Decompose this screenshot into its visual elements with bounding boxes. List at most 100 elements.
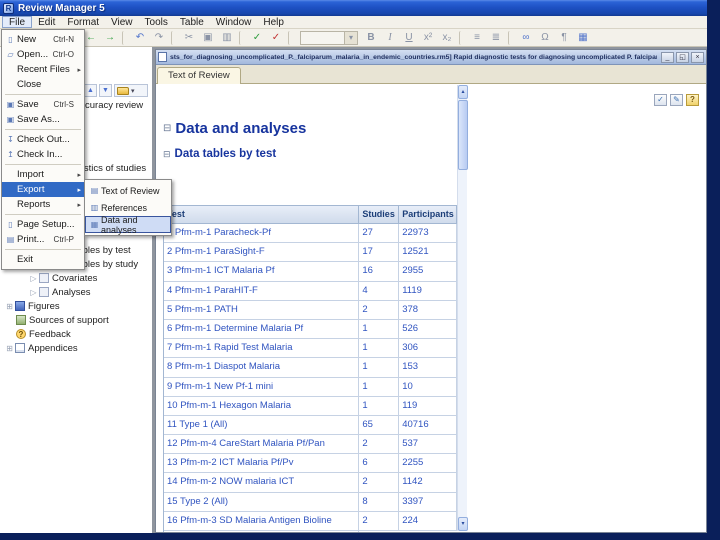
section-heading-row: ⊟ Data and analyses bbox=[163, 120, 306, 137]
undo-icon[interactable]: ↶ bbox=[131, 30, 149, 45]
edit-note-icon[interactable]: ✎ bbox=[670, 94, 683, 106]
table-row[interactable]: 14 Pfm-m-2 NOW malaria ICT 2 1142 bbox=[164, 473, 457, 493]
menu-print[interactable]: ▤ Print... Ctrl-P bbox=[2, 232, 84, 247]
table-row[interactable]: 7 Pfm-m-1 Rapid Test Malaria 1 306 bbox=[164, 339, 457, 359]
menu-edit[interactable]: Edit bbox=[32, 16, 61, 28]
tree-item-feedback[interactable]: Feedback bbox=[0, 327, 152, 341]
menu-export[interactable]: Export ▸ bbox=[2, 182, 84, 197]
style-combo[interactable]: ▾ bbox=[300, 30, 358, 45]
chevron-down-icon[interactable]: ▾ bbox=[344, 31, 357, 44]
cut-icon[interactable]: ✂ bbox=[180, 30, 198, 45]
restore-icon[interactable]: ◱ bbox=[676, 51, 689, 63]
submenu-references[interactable]: ▥ References bbox=[85, 199, 171, 216]
data-tables-by-test-table: Test Studies Participants 1 Pfm-m-1 Para… bbox=[163, 205, 457, 532]
forward-icon[interactable]: → bbox=[101, 30, 119, 45]
menu-file[interactable]: File bbox=[2, 16, 33, 28]
redo-icon[interactable]: ↷ bbox=[150, 30, 168, 45]
menu-save[interactable]: ▣ Save Ctrl-S bbox=[2, 97, 84, 112]
bold-icon[interactable]: B bbox=[362, 30, 380, 45]
tree-item-label: Analyses bbox=[52, 286, 91, 298]
menu-import[interactable]: Import ▸ bbox=[2, 167, 84, 182]
folder-icon bbox=[117, 86, 129, 95]
folder-dropdown[interactable]: ▾ bbox=[114, 84, 148, 97]
scroll-down-icon[interactable]: ▾ bbox=[458, 517, 468, 531]
collapse-icon[interactable]: ⊟ bbox=[163, 123, 171, 134]
table-row[interactable]: 2 Pfm-m-1 ParaSight-F 17 12521 bbox=[164, 243, 457, 263]
table-row[interactable]: 1 Pfm-m-1 Paracheck-Pf 27 22973 bbox=[164, 224, 457, 244]
insert-table-icon[interactable]: ▦ bbox=[574, 30, 592, 45]
menu-check-in[interactable]: ↥ Check In... bbox=[2, 147, 84, 162]
table-row[interactable]: 15 Type 2 (All) 8 3397 bbox=[164, 492, 457, 512]
submenu-text-of-review[interactable]: ▤ Text of Review bbox=[85, 182, 171, 199]
menu-table[interactable]: Table bbox=[174, 16, 210, 28]
menu-page-setup[interactable]: ▯ Page Setup... bbox=[2, 217, 84, 232]
menu-tools[interactable]: Tools bbox=[139, 16, 174, 28]
menu-save-as[interactable]: ▣ Save As... bbox=[2, 112, 84, 127]
menu-exit[interactable]: Exit bbox=[2, 252, 84, 267]
spellcheck-icon[interactable]: ✓ bbox=[248, 30, 266, 45]
document-titlebar[interactable]: sts_for_diagnosing_uncomplicated_P._falc… bbox=[156, 50, 706, 65]
table-row[interactable]: 13 Pfm-m-2 ICT Malaria Pf/Pv 6 2255 bbox=[164, 454, 457, 474]
column-header-studies: Studies bbox=[359, 206, 400, 224]
scrollbar-thumb[interactable] bbox=[458, 100, 468, 170]
table-row[interactable]: 11 Type 1 (All) 65 40716 bbox=[164, 415, 457, 436]
menu-recent-files[interactable]: Recent Files ▸ bbox=[2, 62, 84, 77]
insert-symbol-icon[interactable]: Ω bbox=[536, 30, 554, 45]
help-icon[interactable]: ? bbox=[686, 94, 699, 106]
move-up-icon[interactable]: ▲ bbox=[84, 84, 97, 97]
menu-check-out[interactable]: ↧ Check Out... bbox=[2, 132, 84, 147]
align-icon[interactable]: ≡ bbox=[468, 30, 486, 45]
tree-item-analyses[interactable]: ▷ Analyses bbox=[0, 285, 152, 299]
underline-icon[interactable]: U bbox=[400, 30, 418, 45]
menu-reports[interactable]: Reports ▸ bbox=[2, 197, 84, 212]
tree-item-label: Appendices bbox=[28, 342, 78, 354]
scroll-up-icon[interactable]: ▴ bbox=[458, 85, 468, 99]
subscript-icon[interactable]: x₂ bbox=[438, 30, 456, 45]
menu-new[interactable]: ▯ New Ctrl-N bbox=[2, 32, 84, 47]
table-row[interactable]: 16 Pfm-m-3 SD Malaria Antigen Bioline 2 … bbox=[164, 511, 457, 531]
tree-item-appendices[interactable]: ⊞ Appendices bbox=[0, 341, 152, 355]
superscript-icon[interactable]: x² bbox=[419, 30, 437, 45]
menu-open[interactable]: ▱ Open... Ctrl-O bbox=[2, 47, 84, 62]
menu-item-icon: ▯ bbox=[8, 220, 13, 229]
table-row[interactable]: 8 Pfm-m-1 Diaspot Malaria 1 153 bbox=[164, 358, 457, 378]
table-row[interactable]: 6 Pfm-m-1 Determine Malaria Pf 1 526 bbox=[164, 319, 457, 340]
toolbar-separator bbox=[122, 30, 128, 45]
document-window: sts_for_diagnosing_uncomplicated_P._falc… bbox=[155, 49, 707, 533]
submenu-data-and-analyses[interactable]: ▦ Data and analyses bbox=[85, 215, 171, 235]
menu-item-icon: ▤ bbox=[90, 186, 99, 195]
checklist-icon[interactable]: ✓ bbox=[654, 94, 667, 106]
table-row[interactable]: 4 Pfm-m-1 ParaHIT-F 4 1119 bbox=[164, 281, 457, 301]
tree-item-sources-of-support[interactable]: Sources of support bbox=[0, 313, 152, 327]
move-down-icon[interactable]: ▼ bbox=[99, 84, 112, 97]
menu-item-icon: ▥ bbox=[90, 203, 99, 212]
menu-close[interactable]: Close bbox=[2, 77, 84, 92]
tree-item-covariates[interactable]: ▷ Covariates bbox=[0, 271, 152, 285]
minimize-icon[interactable]: _ bbox=[661, 51, 674, 63]
list-icon[interactable]: ≣ bbox=[487, 30, 505, 45]
tree-item-figures[interactable]: ⊞ Figures bbox=[0, 299, 152, 313]
collapse-icon[interactable]: ⊟ bbox=[163, 149, 171, 160]
pane-toolbar: ✓ ✎ ? bbox=[654, 94, 699, 106]
table-row[interactable]: 5 Pfm-m-1 PATH 2 378 bbox=[164, 300, 457, 320]
copy-icon[interactable]: ▣ bbox=[199, 30, 217, 45]
close-icon[interactable]: × bbox=[691, 51, 704, 63]
menu-format[interactable]: Format bbox=[61, 16, 105, 28]
menu-help[interactable]: Help bbox=[257, 16, 290, 28]
link-icon[interactable]: ∞ bbox=[517, 30, 535, 45]
table-row[interactable]: 12 Pfm-m-4 CareStart Malaria Pf/Pan 2 53… bbox=[164, 435, 457, 455]
vertical-scrollbar[interactable]: ▴ ▾ bbox=[457, 85, 468, 531]
table-row[interactable]: 3 Pfm-m-1 ICT Malaria Pf 16 2955 bbox=[164, 262, 457, 282]
italic-icon[interactable]: I bbox=[381, 30, 399, 45]
table-row[interactable]: 9 Pfm-m-1 New Pf-1 mini 1 10 bbox=[164, 377, 457, 397]
paste-icon[interactable]: ▥ bbox=[218, 30, 236, 45]
covariates-icon bbox=[39, 273, 49, 283]
table-row[interactable]: 10 Pfm-m-1 Hexagon Malaria 1 119 bbox=[164, 396, 457, 416]
tab-text-of-review[interactable]: Text of Review bbox=[157, 67, 241, 84]
menu-window[interactable]: Window bbox=[210, 16, 258, 28]
validation-icon[interactable]: ✓ bbox=[267, 30, 285, 45]
figures-icon bbox=[15, 301, 25, 311]
pilcrow-icon[interactable]: ¶ bbox=[555, 30, 573, 45]
menu-view[interactable]: View bbox=[105, 16, 139, 28]
table-row[interactable]: 17 Pfm-m-3 bbox=[164, 531, 457, 532]
